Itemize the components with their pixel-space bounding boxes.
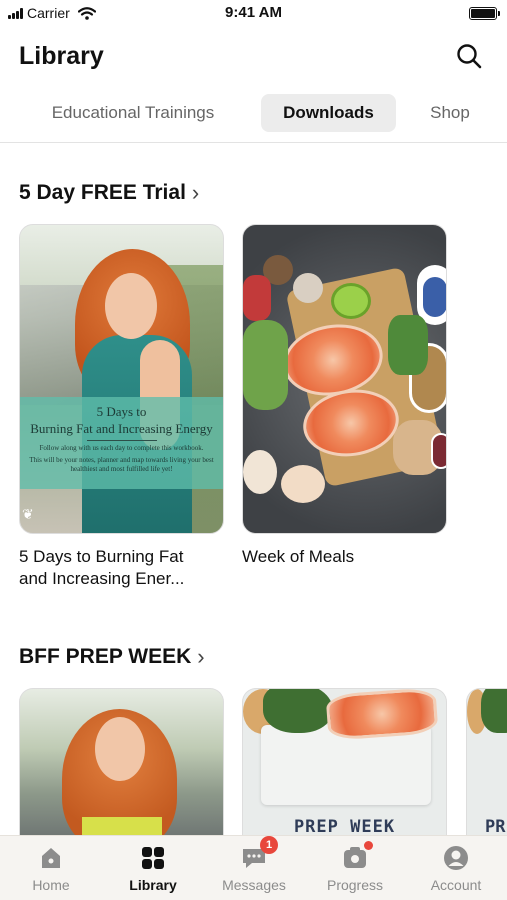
bottom-tab-bar: Home Library 1 Messages Progress Account bbox=[0, 835, 507, 900]
download-card-bff-3[interactable]: PR bbox=[466, 688, 507, 838]
chevron-right-icon: › bbox=[197, 644, 205, 669]
header: Library bbox=[0, 36, 507, 80]
library-grid-icon bbox=[139, 844, 167, 872]
cover-title-line2: Burning Fat and Increasing Energy bbox=[30, 421, 213, 436]
cover-text-pr: PR bbox=[485, 817, 506, 837]
section-title-bff-prep-week[interactable]: BFF PREP WEEK › bbox=[19, 644, 205, 670]
cover-text-prep-week: PREP WEEK bbox=[293, 817, 396, 837]
battery-icon bbox=[469, 7, 500, 20]
tab-downloads[interactable]: Downloads bbox=[261, 94, 396, 132]
status-time: 9:41 AM bbox=[225, 4, 282, 21]
tab-shop[interactable]: Shop bbox=[418, 94, 482, 132]
account-icon bbox=[442, 844, 470, 872]
tab-messages[interactable]: 1 Messages bbox=[204, 836, 304, 893]
messages-badge: 1 bbox=[260, 836, 278, 854]
tab-account-label: Account bbox=[430, 877, 482, 893]
cover-text-line1: Follow along with us each day to complet… bbox=[39, 444, 204, 452]
tab-messages-label: Messages bbox=[222, 877, 286, 893]
tab-home[interactable]: Home bbox=[1, 844, 101, 893]
tab-educational-trainings[interactable]: Educational Trainings bbox=[26, 94, 240, 132]
tab-progress[interactable]: Progress bbox=[305, 841, 405, 893]
status-bar: Carrier 9:41 AM bbox=[0, 0, 507, 28]
card-label-5-days[interactable]: 5 Days to Burning Fat and Increasing Ene… bbox=[19, 546, 234, 590]
camera-icon bbox=[341, 841, 373, 872]
messages-icon: 1 bbox=[240, 836, 278, 872]
card-label-week-of-meals[interactable]: Week of Meals bbox=[242, 546, 457, 568]
chevron-right-icon: › bbox=[191, 180, 200, 205]
download-card-5-days[interactable]: 5 Days to Burning Fat and Increasing Ene… bbox=[19, 224, 224, 534]
tab-home-label: Home bbox=[32, 877, 70, 893]
cover-text-line2: This will be your notes, planner and map… bbox=[29, 456, 214, 464]
tab-library-label: Library bbox=[129, 877, 177, 893]
tab-account[interactable]: Account bbox=[406, 844, 506, 893]
page-title: Library bbox=[19, 42, 104, 70]
section-title-label: BFF PREP WEEK bbox=[19, 645, 192, 668]
download-card-bff-1[interactable] bbox=[19, 688, 224, 838]
search-button[interactable] bbox=[455, 42, 483, 70]
home-icon bbox=[37, 844, 65, 872]
cover-overlay: 5 Days to Burning Fat and Increasing Ene… bbox=[20, 397, 223, 489]
tab-progress-label: Progress bbox=[326, 877, 384, 893]
cover-text-line3: healthiest and most fulfilled life yet! bbox=[70, 465, 173, 473]
download-card-week-of-meals[interactable] bbox=[242, 224, 447, 534]
search-icon bbox=[457, 44, 482, 69]
progress-dot bbox=[364, 841, 373, 850]
brand-logo-icon: ❦ bbox=[22, 506, 34, 522]
card-label-line2: and Increasing Ener... bbox=[19, 569, 185, 588]
download-card-bff-2[interactable]: PREP WEEK bbox=[242, 688, 447, 838]
section-title-free-trial[interactable]: 5 Day FREE Trial › bbox=[19, 180, 199, 206]
tab-library[interactable]: Library bbox=[103, 844, 203, 893]
divider bbox=[0, 142, 507, 143]
cover-title-line1: 5 Days to bbox=[96, 404, 147, 419]
card-label-line1: 5 Days to Burning Fat bbox=[19, 547, 184, 566]
section-title-label: 5 Day FREE Trial bbox=[19, 181, 186, 204]
tab-bar-top: Educational Trainings Downloads Shop bbox=[0, 92, 507, 136]
